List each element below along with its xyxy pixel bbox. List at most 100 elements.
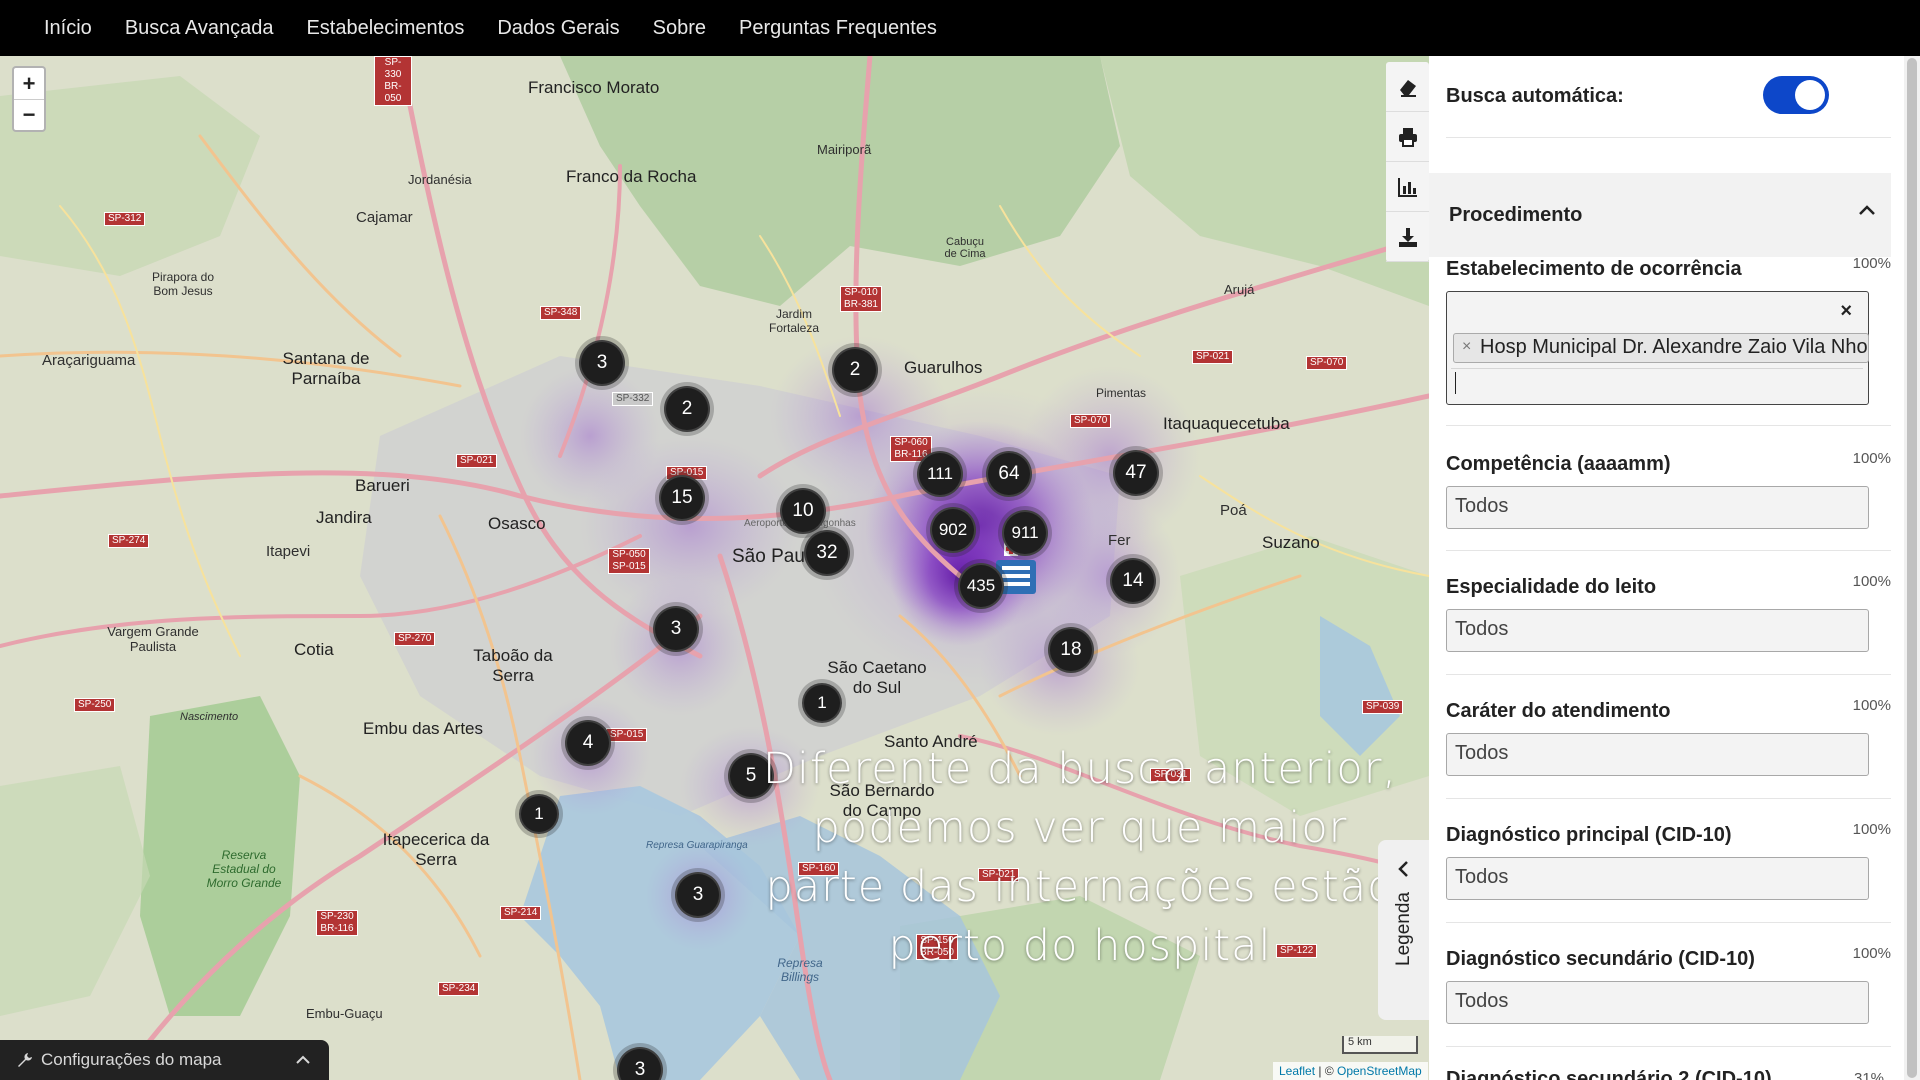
competencia-select[interactable]: Todos	[1446, 486, 1869, 529]
nav-dados-gerais[interactable]: Dados Gerais	[497, 17, 619, 40]
printer-icon[interactable]	[1386, 112, 1429, 162]
place-label: Taboão da Serra	[473, 646, 553, 685]
map-settings-bar[interactable]: Configurações do mapa	[0, 1040, 329, 1080]
road-shield: SP-330 BR-050	[374, 56, 412, 106]
place-label: Itaquaquecetuba	[1163, 414, 1290, 433]
attribution-separator: | ©	[1315, 1064, 1337, 1078]
filter-panel: Busca automática: Procedimento Estabelec…	[1429, 56, 1920, 1080]
nav-estabelecimentos[interactable]: Estabelecimentos	[306, 17, 464, 40]
cluster-marker[interactable]: 3	[579, 340, 625, 386]
nav-inicio[interactable]: Início	[44, 17, 92, 40]
field-label: Diagnóstico secundário (CID-10)	[1446, 948, 1755, 970]
establishment-pct: 100%	[1852, 255, 1891, 272]
nav-perguntas-frequentes[interactable]: Perguntas Frequentes	[739, 17, 937, 40]
cluster-marker[interactable]: 435	[958, 563, 1004, 609]
section-header-procedimento[interactable]: Procedimento	[1429, 173, 1891, 257]
overlay-caption: Diferente da busca anterior, podemos ver…	[762, 744, 1398, 971]
cluster-marker[interactable]: 10	[780, 488, 826, 534]
field-pct: 100%	[1852, 450, 1891, 467]
carater-select[interactable]: Todos	[1446, 733, 1869, 776]
road-shield: SP-234	[438, 982, 480, 996]
place-label: Jardim Fortaleza	[768, 307, 820, 335]
place-label: Fer	[1108, 532, 1131, 549]
place-label: Jordanésia	[408, 172, 472, 187]
cluster-marker[interactable]: 4	[565, 720, 611, 766]
osm-link[interactable]: OpenStreetMap	[1337, 1064, 1422, 1078]
chip-label: Hosp Municipal Dr. Alexandre Zaio Vila N…	[1480, 336, 1869, 358]
establishment-field: Estabelecimento de ocorrência 100% × × H…	[1446, 255, 1891, 405]
especialidade-select[interactable]: Todos	[1446, 609, 1869, 652]
field-label: Competência (aaaamm)	[1446, 453, 1671, 475]
place-label: Franco da Rocha	[566, 167, 697, 186]
auto-search-row: Busca automática:	[1429, 56, 1891, 136]
establishment-select[interactable]: × × Hosp Municipal Dr. Alexandre Zaio Vi…	[1446, 291, 1869, 405]
map[interactable]: Francisco Morato Mairiporã Franco da Roc…	[0, 56, 1429, 1080]
field-pct: 100%	[1852, 945, 1891, 962]
place-label: Embu-Guaçu	[306, 1006, 383, 1021]
cluster-marker[interactable]: 15	[659, 475, 705, 521]
establishment-label: Estabelecimento de ocorrência	[1446, 258, 1742, 280]
divider	[1446, 798, 1891, 799]
place-label: Osasco	[488, 514, 546, 533]
cluster-marker[interactable]: 2	[664, 386, 710, 432]
place-label: Barueri	[355, 476, 410, 495]
road-shield: SP-015	[606, 728, 648, 742]
nav-sobre[interactable]: Sobre	[653, 17, 706, 40]
leaflet-link[interactable]: Leaflet	[1279, 1064, 1315, 1078]
place-label: Suzano	[1262, 533, 1320, 552]
panel-scrollbar[interactable]	[1904, 56, 1920, 1080]
road-shield: SP-270	[394, 632, 436, 646]
scrollbar-thumb[interactable]	[1907, 58, 1917, 1078]
road-shield: SP-312	[104, 212, 146, 226]
bar-chart-icon[interactable]	[1386, 162, 1429, 212]
divider	[1446, 922, 1891, 923]
map-settings-label: Configurações do mapa	[41, 1050, 222, 1069]
clear-selection-button[interactable]: ×	[1840, 300, 1852, 323]
road-shield: SP-348	[540, 306, 582, 320]
place-label: Poá	[1220, 502, 1247, 519]
field-pct: 100%	[1852, 573, 1891, 590]
diagnostico-principal-select[interactable]: Todos	[1446, 857, 1869, 900]
zoom-out-button[interactable]: −	[14, 99, 44, 130]
place-label: Santana de Parnaíba	[282, 349, 370, 388]
cluster-marker[interactable]: 18	[1048, 627, 1094, 673]
field-label: Diagnóstico principal (CID-10)	[1446, 824, 1732, 846]
remove-chip-button[interactable]: ×	[1462, 338, 1471, 356]
top-navbar: Início Busca Avançada Estabelecimentos D…	[0, 0, 1920, 56]
cluster-marker[interactable]: 911	[1002, 510, 1048, 556]
cluster-marker[interactable]: 14	[1110, 558, 1156, 604]
road-shield: SP-021	[1192, 350, 1234, 364]
cluster-marker[interactable]: 47	[1113, 450, 1159, 496]
diagnostico-secundario-select[interactable]: Todos	[1446, 981, 1869, 1024]
map-scale: 5 km	[1342, 1036, 1418, 1054]
field-pct: 31%	[1854, 1070, 1885, 1080]
divider	[1446, 674, 1891, 675]
zoom-in-button[interactable]: +	[14, 68, 44, 99]
nav-busca-avancada[interactable]: Busca Avançada	[125, 17, 274, 40]
cluster-marker[interactable]: 1	[802, 683, 842, 723]
place-label: Arujá	[1224, 282, 1255, 297]
divider	[1446, 425, 1891, 426]
cluster-marker[interactable]: 32	[804, 530, 850, 576]
carater-field: Caráter do atendimento 100% Todos	[1446, 697, 1891, 776]
auto-search-toggle[interactable]	[1763, 76, 1829, 114]
map-attribution: Leaflet | © OpenStreetMap	[1273, 1062, 1428, 1080]
cluster-marker[interactable]: 64	[986, 451, 1032, 497]
place-label: Francisco Morato	[528, 78, 660, 97]
divider	[1446, 137, 1891, 138]
road-shield: SP-250	[74, 698, 116, 712]
eraser-icon[interactable]	[1386, 62, 1429, 112]
legend-tab[interactable]: Legenda	[1378, 840, 1429, 1020]
field-label: Caráter do atendimento	[1446, 700, 1671, 722]
field-pct: 100%	[1852, 821, 1891, 838]
download-icon[interactable]	[1386, 212, 1429, 262]
diagnostico-secundario-2-label: Diagnóstico secundário 2 (CID-10)	[1446, 1068, 1772, 1080]
cluster-marker[interactable]: 1	[519, 794, 559, 834]
divider	[1451, 368, 1863, 369]
cluster-marker[interactable]: 3	[653, 606, 699, 652]
cluster-marker[interactable]: 3	[675, 872, 721, 918]
cluster-marker[interactable]: 2	[832, 347, 878, 393]
cluster-marker[interactable]: 902	[930, 507, 976, 553]
cluster-marker[interactable]: 111	[917, 451, 963, 497]
map-toolbar	[1386, 62, 1429, 262]
